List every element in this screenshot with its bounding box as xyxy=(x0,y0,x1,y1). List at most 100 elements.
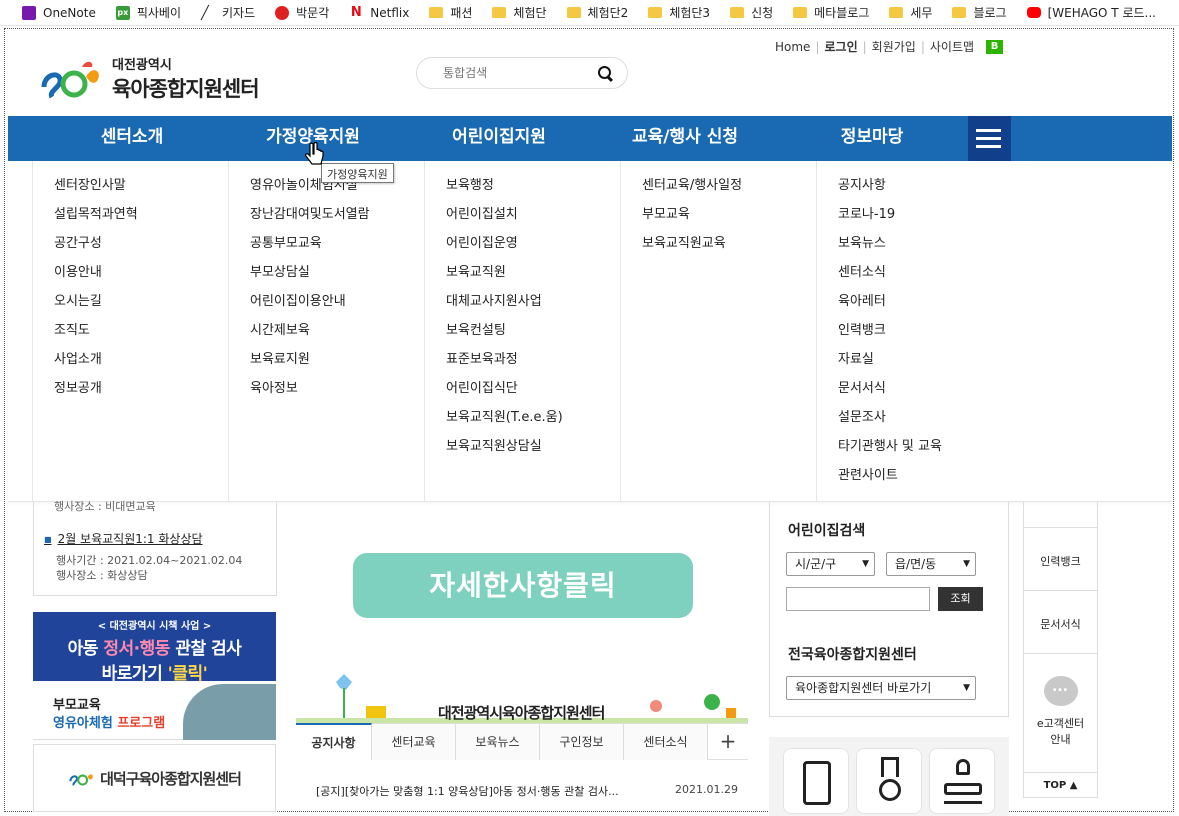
menu-item[interactable]: 대체교사지원사업 xyxy=(446,293,620,322)
menu-item[interactable]: 보육뉴스 xyxy=(838,235,1012,264)
blog-icon[interactable]: B xyxy=(986,39,1004,54)
sitemap-link[interactable]: 사이트맵 xyxy=(930,38,974,55)
tab-childcare-news[interactable]: 보육뉴스 xyxy=(456,724,540,760)
menu-item[interactable]: 자료실 xyxy=(838,351,1012,380)
bookmark-item[interactable]: px 픽사베이 xyxy=(115,4,181,21)
bookmark-item[interactable]: 체험단2 xyxy=(566,4,628,21)
menu-item[interactable]: 설립목적과연혁 xyxy=(54,206,228,235)
nav-daycare-support[interactable]: 어린이집지원 xyxy=(414,116,584,161)
separator: | xyxy=(815,39,820,54)
menu-item[interactable]: 부모상담실 xyxy=(250,264,424,293)
quick-forms[interactable]: 문서서식 xyxy=(1024,616,1097,632)
menu-item[interactable]: 보육교직원상담실 xyxy=(446,438,620,467)
menu-item[interactable]: 오시는길 xyxy=(54,293,228,322)
menu-item[interactable]: 인력뱅크 xyxy=(838,322,1012,351)
quick-customer-center[interactable]: e고객센터 xyxy=(1024,715,1097,731)
bookmark-item[interactable]: 체험단3 xyxy=(648,4,710,21)
child-behavior-test-banner[interactable]: < 대전광역시 시책 사업 > 아동 정서·행동 관찰 검사 바로가기 '클릭' xyxy=(33,612,276,684)
bookmark-item[interactable]: 블로그 xyxy=(952,4,1007,21)
nav-center-intro[interactable]: 센터소개 xyxy=(47,116,217,161)
menu-item[interactable]: 공통부모교육 xyxy=(250,235,424,264)
bookmark-label: 체험단3 xyxy=(669,6,711,20)
menu-item[interactable]: 문서서식 xyxy=(838,380,1012,409)
menu-item[interactable]: 공간구성 xyxy=(54,235,228,264)
menu-item[interactable]: 관련사이트 xyxy=(838,467,1012,496)
menu-item[interactable]: 보육료지원 xyxy=(250,351,424,380)
search-button[interactable]: 조회 xyxy=(938,587,983,611)
mega-menu: 센터장인사말 설립목적과연혁 공간구성 이용안내 오시는길 조직도 사업소개 정보공개 영유아… xyxy=(8,161,1172,502)
menu-item[interactable]: 육아레터 xyxy=(838,293,1012,322)
join-link[interactable]: 회원가입 xyxy=(872,38,916,55)
hamburger-menu-icon[interactable] xyxy=(968,116,1011,161)
site-logo[interactable]: 대전광역시 육아종합지원센터 xyxy=(38,54,260,103)
menu-item[interactable]: 타기관행사 및 교육 xyxy=(838,438,1012,467)
home-link[interactable]: Home xyxy=(775,40,810,54)
daycare-name-input[interactable] xyxy=(786,587,930,611)
notice-item-title[interactable]: [공지][찾아가는 맞춤형 1:1 양육상담]아동 정서·행동 관찰 검사... xyxy=(316,783,619,799)
menu-item[interactable]: 보육교직원교육 xyxy=(642,235,816,264)
tab-center-education[interactable]: 센터교육 xyxy=(372,724,456,760)
district-select[interactable]: 읍/면/동 xyxy=(886,552,976,576)
menu-item[interactable]: 부모교육 xyxy=(642,206,816,235)
bookmark-item[interactable]: 키자드 xyxy=(201,4,255,21)
parent-education-banner[interactable]: 부모교육 영유아체험 프로그램 xyxy=(33,684,276,740)
daedeok-center-banner[interactable]: 대덕구육아종합지원센터 xyxy=(33,744,276,812)
bookmark-item[interactable]: OneNote xyxy=(22,5,96,20)
bookmark-item[interactable]: 신청 xyxy=(730,4,773,21)
menu-item[interactable]: 사업소개 xyxy=(54,351,228,380)
bookmark-item[interactable]: 메타블로그 xyxy=(793,4,869,21)
menu-item[interactable]: 어린이집식단 xyxy=(446,380,620,409)
nav-education-events[interactable]: 교육/행사 신청 xyxy=(600,116,770,161)
tab-notice[interactable]: 공지사항 xyxy=(296,723,372,760)
nav-info[interactable]: 정보마당 xyxy=(787,116,957,161)
menu-item[interactable]: 장난감대여및도서열람 xyxy=(250,206,424,235)
bookmark-item[interactable]: 세무 xyxy=(889,4,932,21)
mobile-button[interactable] xyxy=(783,748,849,814)
event-title-link[interactable]: 2월 보육교직원1:1 화상상담 xyxy=(44,530,203,547)
quick-job-bank[interactable]: 인력뱅크 xyxy=(1024,553,1097,569)
login-link[interactable]: 로그인 xyxy=(824,38,857,55)
menu-col-center: 센터장인사말 설립목적과연혁 공간구성 이용안내 오시는길 조직도 사업소개 정보공개 xyxy=(32,161,228,501)
bookmark-item[interactable]: N Netflix xyxy=(349,5,410,20)
menu-item[interactable]: 보육교직원 xyxy=(446,264,620,293)
menu-item[interactable]: 공지사항 xyxy=(838,177,1012,206)
tab-job-info[interactable]: 구인정보 xyxy=(540,724,624,760)
bookmark-label: 체험단 xyxy=(513,6,547,20)
bookmark-label: 박문각 xyxy=(296,6,330,20)
menu-item[interactable]: 센터교육/행사일정 xyxy=(642,177,816,206)
menu-item[interactable]: 어린이집설치 xyxy=(446,206,620,235)
menu-item[interactable]: 보육교직원(T.e.e.움) xyxy=(446,409,620,438)
search-input[interactable] xyxy=(443,66,597,80)
bookmark-item[interactable]: 체험단 xyxy=(492,4,547,21)
menu-item[interactable]: 어린이집운영 xyxy=(446,235,620,264)
menu-item[interactable]: 보육행정 xyxy=(446,177,620,206)
detail-click-button[interactable]: 자세한사항클릭 xyxy=(353,553,693,618)
city-select[interactable]: 시/군/구 xyxy=(786,552,875,576)
search-icon[interactable] xyxy=(597,65,613,81)
menu-item[interactable]: 코로나-19 xyxy=(838,206,1012,235)
bookmark-item[interactable]: 패션 xyxy=(429,4,472,21)
quick-customer-center-sub[interactable]: 안내 xyxy=(1024,731,1097,747)
menu-item[interactable]: 센터소식 xyxy=(838,264,1012,293)
stamp-button[interactable] xyxy=(929,748,995,814)
bookmark-item[interactable]: 박문각 xyxy=(275,4,329,21)
menu-item[interactable]: 정보공개 xyxy=(54,380,228,409)
top-button[interactable]: TOP ▲ xyxy=(1024,772,1097,798)
menu-item[interactable]: 보육컨설팅 xyxy=(446,322,620,351)
menu-item[interactable]: 표준보육과정 xyxy=(446,351,620,380)
tab-center-news[interactable]: 센터소식 xyxy=(624,724,708,760)
menu-item[interactable]: 육아정보 xyxy=(250,380,424,409)
board-tabs: 공지사항 센터교육 보육뉴스 구인정보 센터소식 + xyxy=(296,723,748,760)
menu-item[interactable]: 설문조사 xyxy=(838,409,1012,438)
menu-item[interactable]: 시간제보육 xyxy=(250,322,424,351)
menu-item[interactable]: 어린이집이용안내 xyxy=(250,293,424,322)
menu-item[interactable]: 센터장인사말 xyxy=(54,177,228,206)
menu-item[interactable]: 조직도 xyxy=(54,322,228,351)
center-shortcut-select[interactable]: 육아종합지원센터 바로가기 xyxy=(786,676,976,700)
banner-subtitle: 영유아체험 프로그램 xyxy=(53,716,166,731)
more-plus-icon[interactable]: + xyxy=(708,724,748,759)
bookmark-item[interactable]: [WEHAGO T 로드... xyxy=(1026,4,1156,21)
menu-item[interactable]: 이용안내 xyxy=(54,264,228,293)
award-button[interactable] xyxy=(856,748,922,814)
national-centers-title: 전국육아종합지원센터 xyxy=(788,647,917,663)
